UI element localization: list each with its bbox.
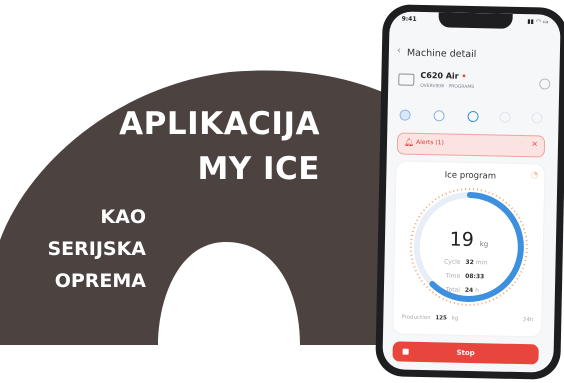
machine-row[interactable]: C620 Air • OVERVIEW · PROGRAMS [398, 67, 551, 100]
phone-notch [437, 12, 513, 29]
status-dot-icon: • [461, 71, 467, 81]
close-icon[interactable]: × [531, 139, 538, 148]
stat-label: Cycle [444, 258, 461, 266]
production-period: 24h [522, 317, 534, 324]
tab-settings-icon[interactable] [433, 110, 445, 122]
machine-name-text: C620 Air [420, 70, 459, 81]
machine-name: C620 Air • [420, 71, 466, 81]
status-time: 9:41 [401, 15, 417, 23]
stop-button[interactable]: Stop [392, 341, 539, 365]
options-icon[interactable] [539, 78, 551, 90]
card-menu-icon[interactable]: ◔ [530, 170, 538, 180]
stat-label: Time [445, 272, 461, 280]
stat-value: 08:33 [465, 272, 485, 281]
tab-history-icon[interactable] [499, 111, 511, 123]
subline-2: SERIJSKA [47, 238, 146, 260]
tab-info-icon[interactable] [531, 112, 543, 124]
phone-mockup: 9:41 ▮▮ ◠ ▭ ‹ Machine detail C620 Air • … [375, 4, 564, 380]
production-label: Production [401, 314, 431, 322]
bell-icon: 🔔︎ [403, 137, 415, 147]
alert-text: Alerts (1) [415, 138, 444, 147]
production-row: Production 125 kg 24h [401, 315, 533, 324]
subline-3: OPREMA [54, 270, 146, 292]
machine-subtitle: OVERVIEW · PROGRAMS [420, 83, 475, 91]
subline-1: KAO [100, 206, 146, 228]
back-arrow-icon[interactable]: ‹ [397, 45, 401, 56]
production-unit: kg [451, 315, 459, 322]
tab-overview-icon[interactable] [399, 109, 411, 121]
stat-unit: h [475, 287, 480, 295]
tab-program-icon[interactable] [467, 110, 479, 123]
stop-label: Stop [456, 348, 475, 358]
card-title: Ice program [444, 170, 497, 182]
ice-program-card: Ice program ◔ 19 kg Cycle 32 min Time 08… [393, 161, 545, 337]
program-value-number: 19 [449, 228, 475, 252]
app-screen: 9:41 ▮▮ ◠ ▭ ‹ Machine detail C620 Air • … [382, 11, 561, 373]
program-value: 19 kg [395, 227, 543, 252]
stat-label: Total [445, 286, 461, 294]
program-value-unit: kg [479, 240, 489, 249]
stat-value: 24 [464, 286, 474, 295]
production-value: 125 [435, 315, 447, 322]
stat-value: 32 [465, 258, 474, 267]
headline-line-2: MY ICE [197, 151, 320, 187]
page-title: Machine detail [406, 47, 477, 61]
machine-icon [398, 73, 415, 86]
stat-unit: min [475, 259, 488, 267]
alert-banner[interactable]: 🔔︎ Alerts (1) × [396, 132, 546, 158]
headline-line-1: APLIKACIJA [119, 106, 320, 142]
status-icons: ▮▮ ◠ ▭ [527, 18, 549, 26]
tab-bar [399, 109, 547, 126]
